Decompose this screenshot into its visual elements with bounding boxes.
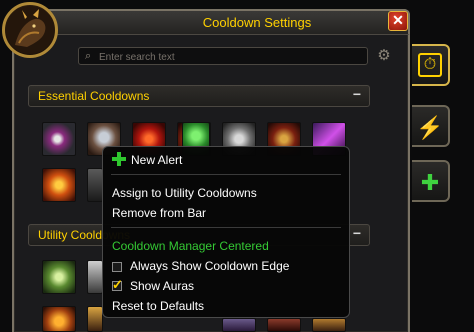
menu-item-remove-from-bar[interactable]: Remove from Bar — [112, 206, 206, 220]
menu-item-assign-utility[interactable]: Assign to Utility Cooldowns — [112, 186, 257, 200]
gear-icon[interactable]: ⚙ — [375, 47, 393, 65]
search-input[interactable] — [97, 48, 361, 66]
spell-icon-10[interactable] — [42, 168, 76, 202]
spell-icon-18[interactable] — [312, 318, 346, 332]
search-box[interactable]: ⌕ — [78, 47, 368, 66]
section-essential-cooldowns[interactable]: Essential Cooldowns − — [28, 85, 370, 107]
tab-add[interactable]: ✚ — [412, 160, 450, 202]
menu-item-show-auras[interactable]: Show Auras — [130, 279, 194, 293]
collapse-icon[interactable]: − — [353, 86, 361, 102]
spell-icon-11[interactable] — [87, 168, 103, 202]
window-title: Cooldown Settings — [202, 15, 312, 30]
menu-item-new-alert[interactable]: New Alert — [131, 153, 182, 167]
checkbox-always-show-edge[interactable] — [112, 262, 122, 272]
menu-divider — [111, 227, 341, 228]
portrait-art — [6, 6, 54, 54]
menu-item-always-show-edge[interactable]: Always Show Cooldown Edge — [130, 259, 289, 273]
spell-icon-17[interactable] — [267, 318, 301, 332]
section-label: Essential Cooldowns — [38, 89, 150, 103]
character-portrait — [2, 2, 58, 58]
lightning-icon: ⚡ — [416, 115, 444, 140]
tab-buffs[interactable]: ⚡ — [412, 105, 450, 147]
menu-divider — [111, 174, 341, 175]
checkmark-icon: ✓ — [112, 277, 123, 292]
search-icon: ⌕ — [85, 50, 92, 62]
context-menu: New Alert Assign to Utility Cooldowns Re… — [102, 146, 350, 318]
plus-icon: ✚ — [420, 170, 440, 195]
tab-cooldowns[interactable]: ⏱ — [412, 44, 450, 86]
stopwatch-icon: ⏱ — [418, 53, 442, 77]
spell-icon-13[interactable] — [87, 260, 103, 294]
plus-icon — [112, 152, 126, 166]
spell-icon-12[interactable] — [42, 260, 76, 294]
menu-header-cooldown-manager: Cooldown Manager Centered — [112, 239, 269, 253]
spell-icon-16[interactable] — [222, 318, 256, 332]
spell-icon-14[interactable] — [42, 306, 76, 332]
menu-item-reset-defaults[interactable]: Reset to Defaults — [112, 299, 204, 313]
close-button[interactable]: ✕ — [388, 11, 408, 31]
checkbox-show-auras[interactable]: ✓ — [112, 277, 123, 292]
collapse-icon[interactable]: − — [353, 225, 361, 241]
spell-icon-1[interactable] — [42, 122, 76, 156]
spell-icon-15[interactable] — [87, 306, 103, 332]
